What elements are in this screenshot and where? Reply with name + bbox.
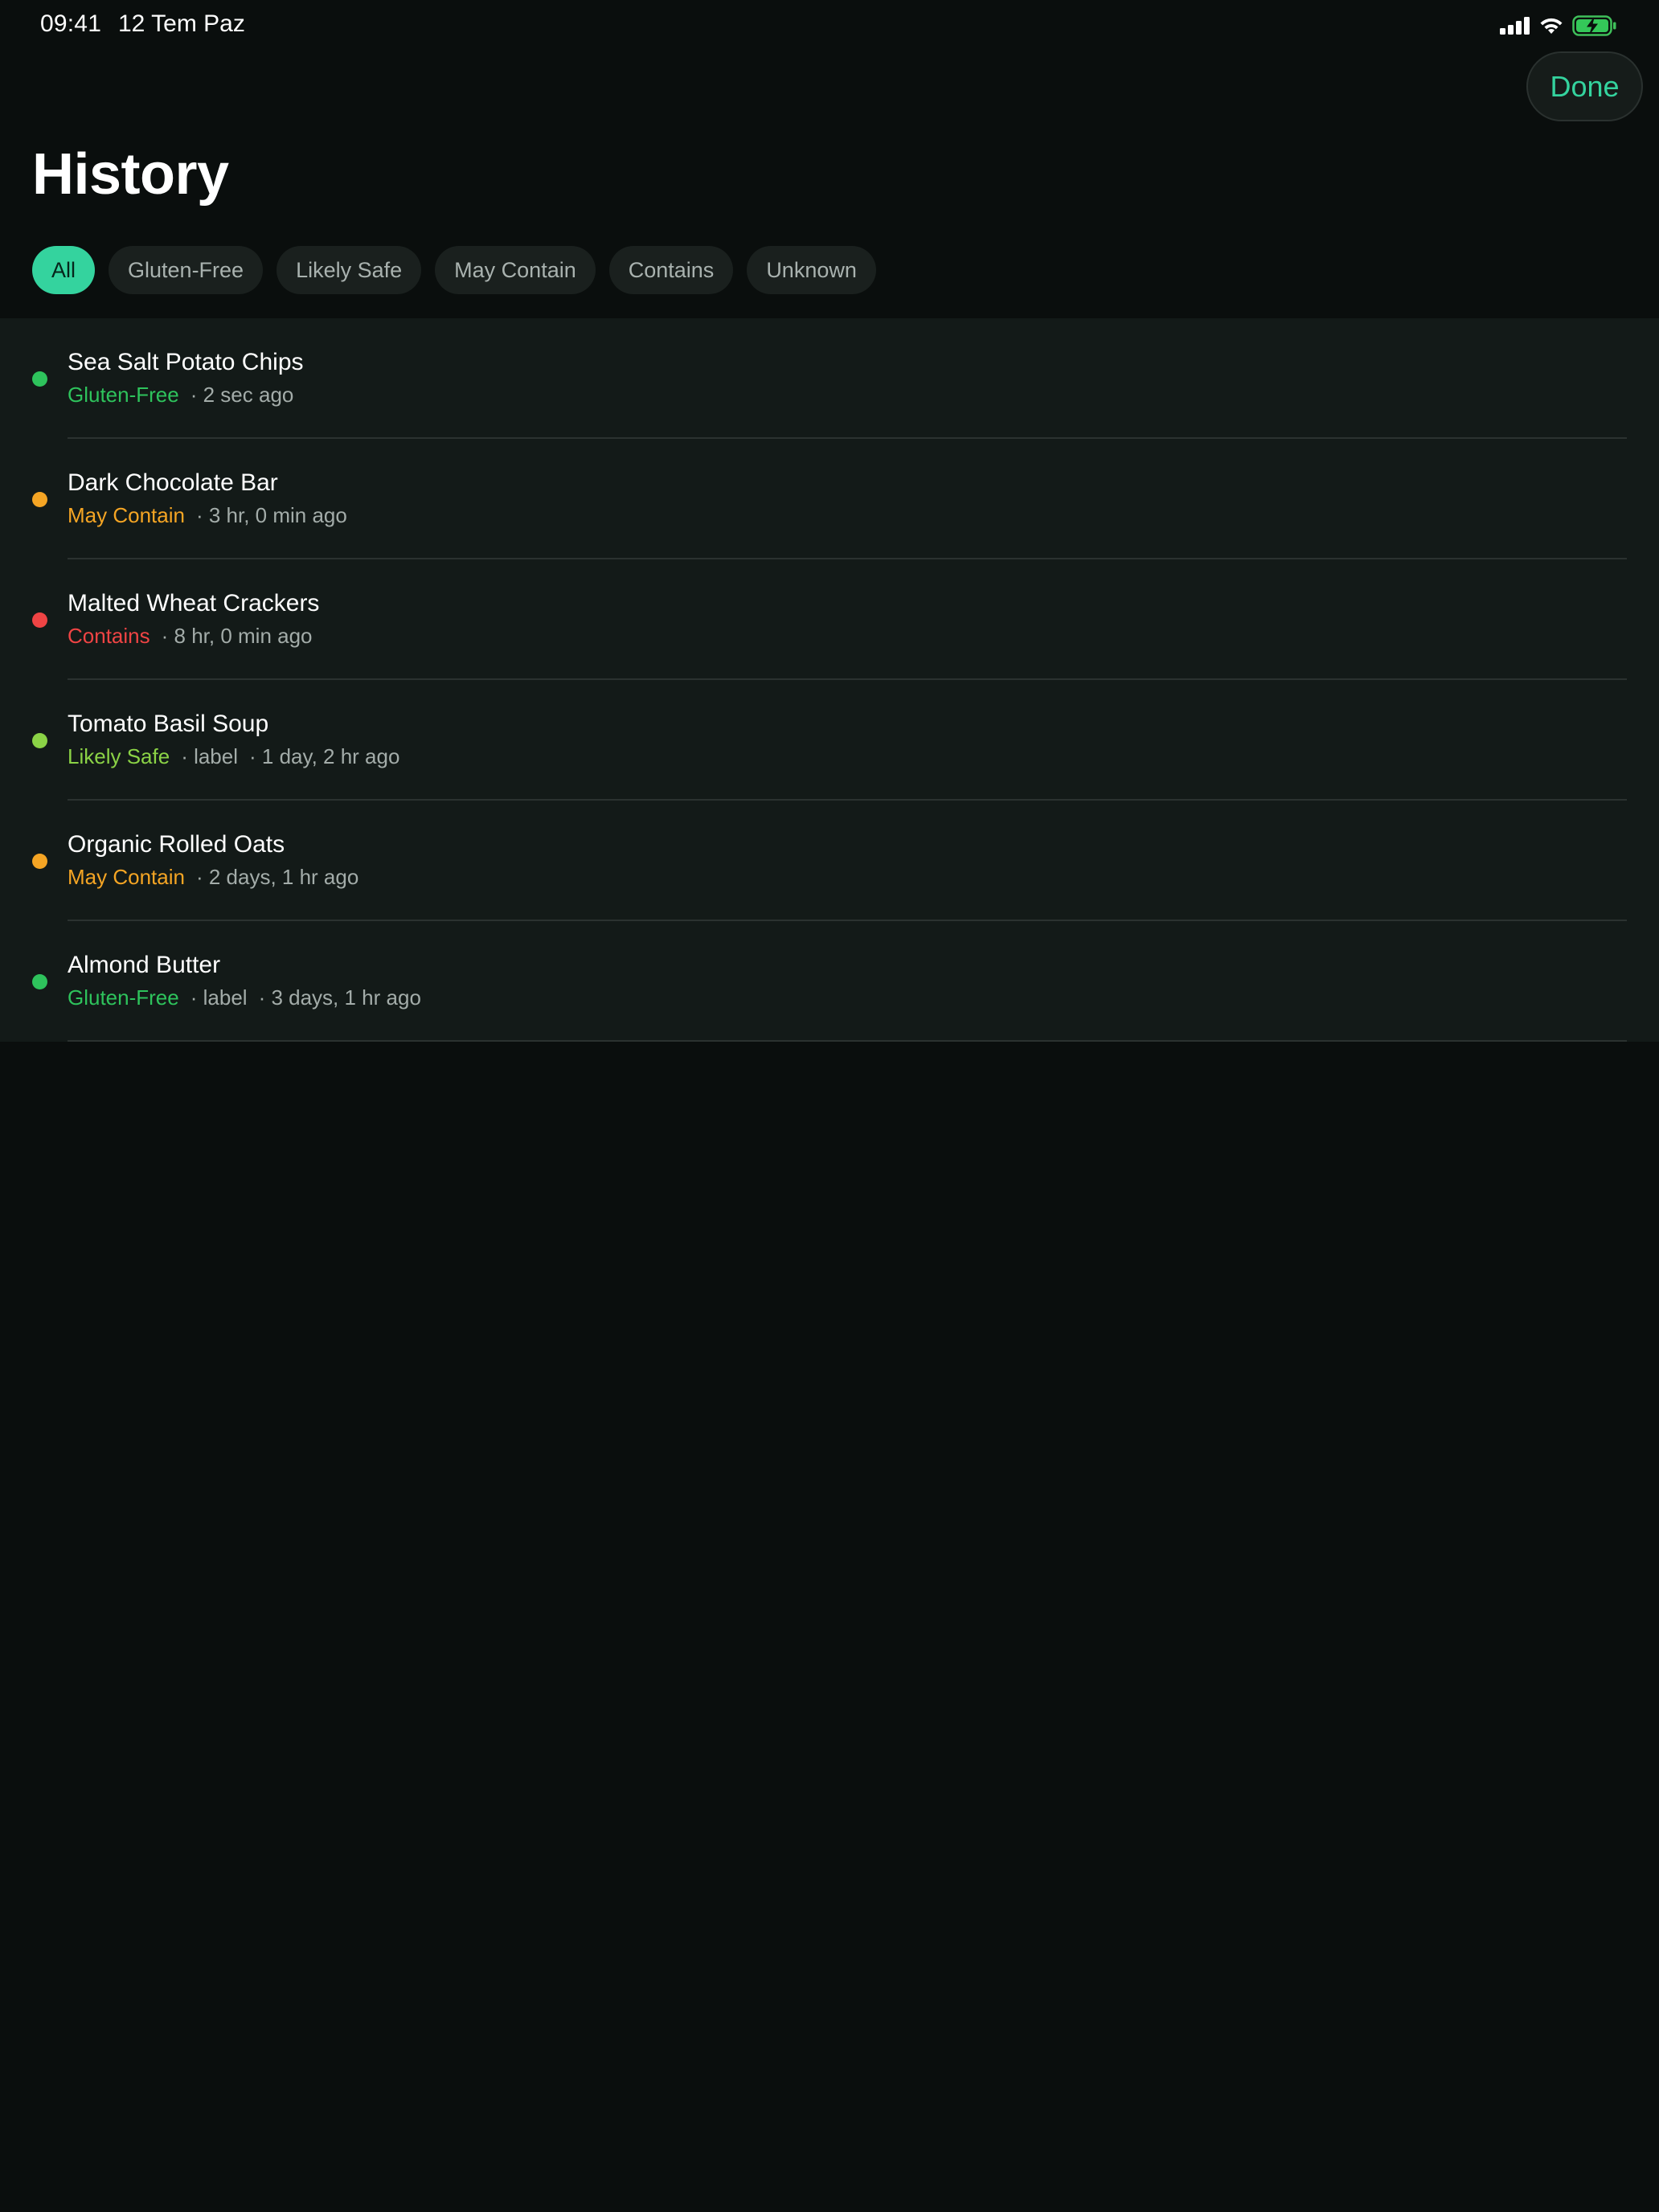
history-row[interactable]: Almond Butter Gluten-Free · label · 3 da…: [0, 921, 1659, 1042]
product-name: Organic Rolled Oats: [68, 831, 285, 858]
history-row[interactable]: Sea Salt Potato Chips Gluten-Free · 2 se…: [0, 318, 1659, 439]
source-label: · label: [181, 744, 239, 768]
page-title: History: [32, 142, 229, 207]
wifi-icon: [1540, 18, 1563, 34]
row-meta: Contains · 8 hr, 0 min ago: [68, 624, 313, 649]
status-label: Gluten-Free: [68, 383, 179, 407]
product-name: Sea Salt Potato Chips: [68, 349, 304, 375]
history-row[interactable]: Tomato Basil Soup Likely Safe · label · …: [0, 680, 1659, 801]
status-dot-icon: [32, 371, 47, 387]
product-name: Dark Chocolate Bar: [68, 469, 278, 496]
scan-time: · 1 day, 2 hr ago: [249, 744, 400, 768]
battery-charging-icon: [1572, 15, 1616, 36]
status-dot-icon: [32, 733, 47, 748]
status-label: Contains: [68, 624, 150, 648]
row-meta: Likely Safe · label · 1 day, 2 hr ago: [68, 744, 399, 769]
row-meta: Gluten-Free · label · 3 days, 1 hr ago: [68, 985, 421, 1010]
product-name: Almond Butter: [68, 952, 221, 978]
scan-time: · 2 days, 1 hr ago: [195, 865, 359, 889]
source-label: · label: [190, 985, 248, 1010]
filter-chip-all[interactable]: All: [32, 246, 96, 294]
status-time: 09:41: [40, 10, 102, 37]
history-list: Sea Salt Potato Chips Gluten-Free · 2 se…: [0, 318, 1659, 1042]
status-dot-icon: [32, 492, 47, 507]
row-meta: Gluten-Free · 2 sec ago: [68, 383, 293, 408]
row-divider: [68, 1040, 1627, 1042]
row-meta: May Contain · 3 hr, 0 min ago: [68, 503, 347, 528]
status-dot-icon: [32, 854, 47, 869]
scan-time: · 3 hr, 0 min ago: [195, 503, 347, 527]
status-bar: 09:41 12 Tem Paz: [0, 0, 1659, 53]
filter-chip-gluten-free[interactable]: Gluten-Free: [109, 246, 264, 294]
product-name: Malted Wheat Crackers: [68, 590, 320, 616]
history-row[interactable]: Malted Wheat Crackers Contains · 8 hr, 0…: [0, 559, 1659, 680]
status-dot-icon: [32, 974, 47, 989]
row-meta: May Contain · 2 days, 1 hr ago: [68, 865, 358, 890]
status-dot-icon: [32, 612, 47, 628]
scan-time: · 3 days, 1 hr ago: [258, 985, 421, 1010]
status-date: 12 Tem Paz: [118, 10, 245, 37]
status-label: May Contain: [68, 503, 185, 527]
scan-time: · 2 sec ago: [190, 383, 294, 407]
cellular-signal-icon: [1500, 17, 1530, 35]
status-icons: [1500, 14, 1617, 37]
filter-bar: All Gluten-Free Likely Safe May Contain …: [32, 246, 876, 294]
filter-chip-contains[interactable]: Contains: [608, 246, 734, 294]
status-label: Gluten-Free: [68, 985, 179, 1010]
filter-chip-may-contain[interactable]: May Contain: [435, 246, 596, 294]
filter-chip-likely-safe[interactable]: Likely Safe: [276, 246, 422, 294]
filter-chip-unknown[interactable]: Unknown: [747, 246, 876, 294]
history-row[interactable]: Dark Chocolate Bar May Contain · 3 hr, 0…: [0, 439, 1659, 559]
status-label: May Contain: [68, 865, 185, 889]
status-label: Likely Safe: [68, 744, 170, 768]
history-row[interactable]: Organic Rolled Oats May Contain · 2 days…: [0, 801, 1659, 921]
product-name: Tomato Basil Soup: [68, 711, 269, 737]
scan-time: · 8 hr, 0 min ago: [161, 624, 313, 648]
done-button[interactable]: Done: [1526, 51, 1643, 121]
